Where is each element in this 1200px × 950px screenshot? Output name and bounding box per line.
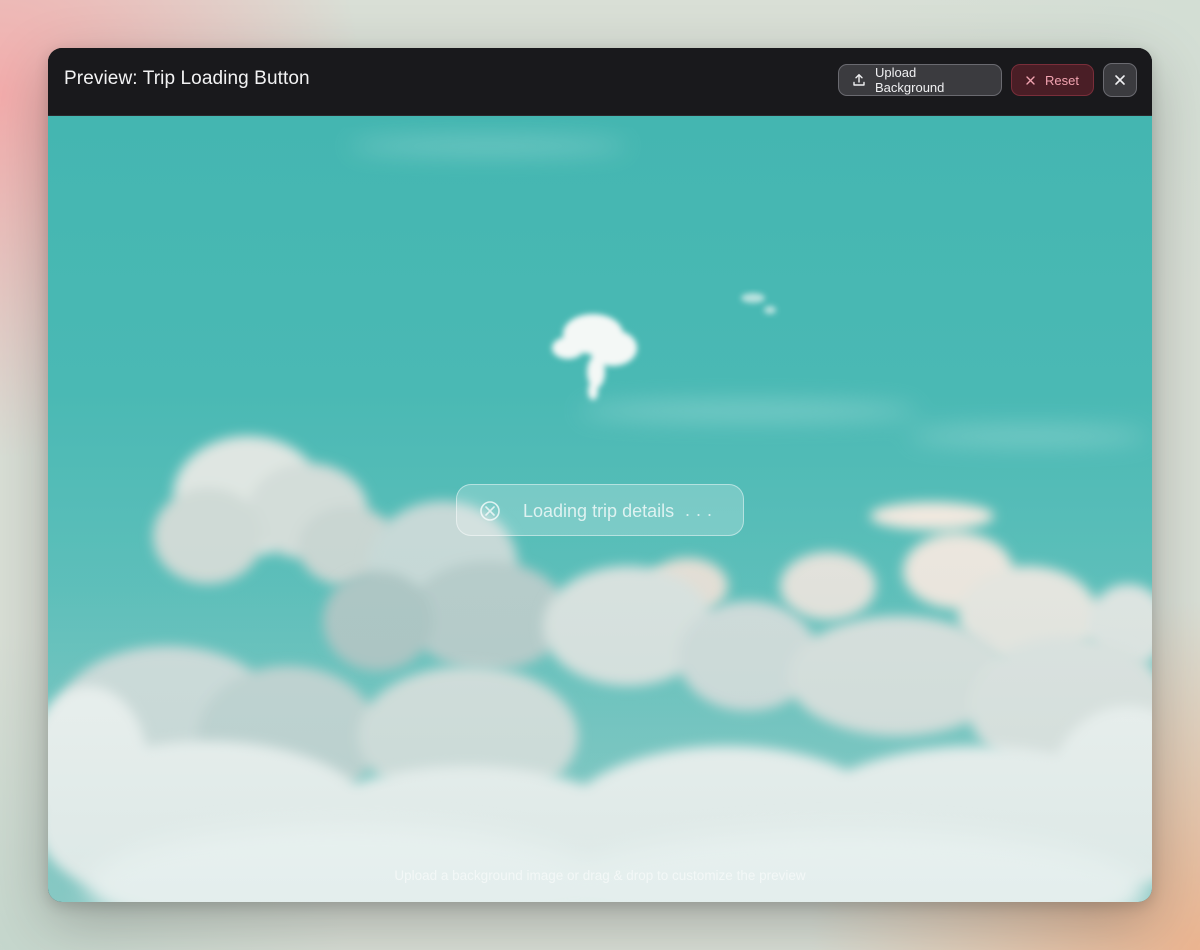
upload-hint-text: Upload a background image or drag & drop… [394,868,806,883]
upload-icon [852,73,866,87]
upload-background-button[interactable]: Upload Background [838,64,1002,96]
reset-label: Reset [1045,72,1079,88]
cancel-circle-icon [479,500,501,522]
reset-button[interactable]: Reset [1011,64,1094,96]
title-bar: Preview: Trip Loading Button Upload Back… [48,48,1152,116]
loading-label: Loading trip details [523,501,675,521]
window-title: Preview: Trip Loading Button [64,68,310,89]
preview-area[interactable]: Loading trip details ... Upload a backgr… [48,116,1152,902]
upload-background-label: Upload Background [875,65,945,95]
loading-trip-button[interactable]: Loading trip details ... [456,484,744,536]
x-icon [1025,75,1036,86]
preview-window: Preview: Trip Loading Button Upload Back… [48,48,1152,902]
close-button[interactable] [1103,63,1137,97]
close-icon [1114,74,1126,86]
loading-dots: ... [685,500,719,520]
